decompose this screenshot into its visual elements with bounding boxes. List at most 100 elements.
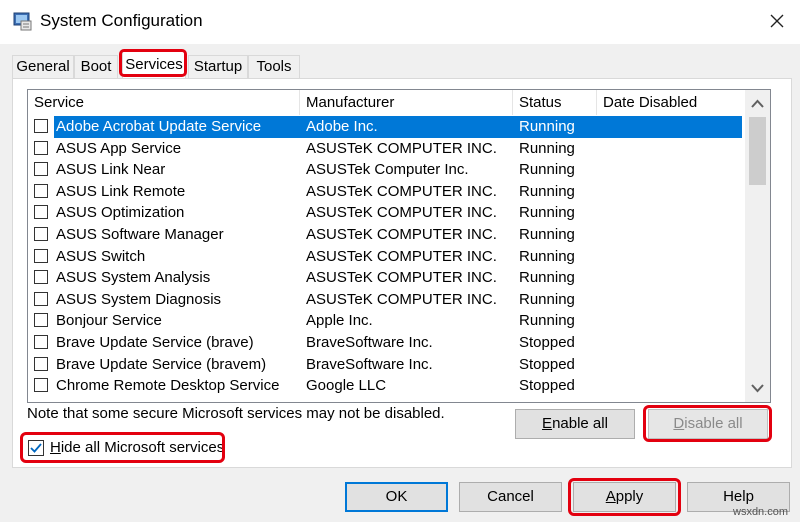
table-row[interactable]: ASUS System Diagnosis ASUSTeK COMPUTER IN… bbox=[28, 289, 744, 311]
service-manufacturer: ASUSTeK COMPUTER INC. bbox=[306, 225, 497, 243]
service-date-disabled bbox=[600, 159, 740, 181]
service-status: Running bbox=[519, 139, 575, 157]
apply-button[interactable]: Apply bbox=[573, 482, 676, 512]
service-name: ASUS Link Near bbox=[56, 161, 166, 179]
service-checkbox[interactable] bbox=[34, 140, 48, 155]
table-row[interactable]: ASUS Switch ASUSTeK COMPUTER INC. Running bbox=[28, 246, 744, 268]
service-checkbox[interactable] bbox=[34, 248, 48, 263]
table-row[interactable]: Bonjour Service Apple Inc. Running bbox=[28, 310, 744, 332]
services-tab-highlight bbox=[119, 49, 187, 77]
hide-microsoft-check-box[interactable] bbox=[28, 440, 44, 456]
service-name: ASUS Optimization bbox=[56, 204, 185, 222]
table-row[interactable]: ASUS App Service ASUSTeK COMPUTER INC. Run… bbox=[28, 138, 744, 160]
close-icon[interactable] bbox=[762, 6, 792, 36]
service-name: ASUS Software Manager bbox=[56, 225, 224, 243]
table-row[interactable]: Brave Update Service (brave) BraveSoftwar… bbox=[28, 332, 744, 354]
checkmark-icon bbox=[30, 443, 42, 453]
table-row[interactable]: ASUS System Analysis ASUSTeK COMPUTER INC… bbox=[28, 267, 744, 289]
service-checkbox[interactable] bbox=[34, 183, 48, 198]
watermark: wsxdn.com bbox=[733, 506, 789, 518]
service-manufacturer: ASUSTek Computer Inc. bbox=[306, 161, 469, 179]
service-manufacturer: Adobe Inc. bbox=[306, 118, 378, 135]
service-checkbox[interactable] bbox=[34, 313, 48, 328]
tab-general[interactable]: General bbox=[12, 55, 74, 78]
service-manufacturer: BraveSoftware Inc. bbox=[306, 355, 433, 373]
scrollbar-thumb[interactable] bbox=[749, 117, 766, 185]
column-manufacturer[interactable]: Manufacturer bbox=[300, 90, 513, 115]
table-row[interactable]: ASUS Software Manager ASUSTeK COMPUTER IN… bbox=[28, 224, 744, 246]
hide-label-rest: ide all Microsoft services bbox=[60, 439, 225, 456]
service-date-disabled bbox=[600, 246, 740, 268]
service-date-disabled bbox=[600, 267, 740, 289]
service-checkbox[interactable] bbox=[34, 270, 48, 285]
service-manufacturer: ASUSTeK COMPUTER INC. bbox=[306, 139, 497, 157]
service-status: Running bbox=[519, 247, 575, 265]
service-manufacturer: ASUSTeK COMPUTER INC. bbox=[306, 247, 497, 265]
service-name: ASUS Switch bbox=[56, 247, 146, 265]
scroll-down-arrow-icon[interactable] bbox=[745, 377, 770, 399]
service-date-disabled bbox=[600, 181, 740, 203]
service-status: Stopped bbox=[519, 333, 575, 351]
vertical-scrollbar[interactable] bbox=[745, 90, 770, 402]
enable-all-button[interactable]: Enable all bbox=[515, 409, 635, 439]
service-manufacturer: ASUSTeK COMPUTER INC. bbox=[306, 290, 497, 308]
column-date-disabled[interactable]: Date Disabled bbox=[597, 90, 744, 115]
service-status: Running bbox=[519, 312, 575, 330]
service-date-disabled bbox=[600, 375, 740, 397]
service-checkbox[interactable] bbox=[34, 378, 48, 393]
service-name: Brave Update Service (brave) bbox=[56, 333, 254, 351]
service-checkbox[interactable] bbox=[34, 291, 48, 306]
service-checkbox[interactable] bbox=[34, 119, 48, 133]
service-checkbox[interactable] bbox=[34, 356, 48, 371]
tab-boot[interactable]: Boot bbox=[74, 55, 118, 78]
service-status: Running bbox=[519, 118, 575, 135]
service-name: Adobe Acrobat Update Service bbox=[56, 118, 262, 135]
service-status: Running bbox=[519, 182, 575, 200]
service-manufacturer: Apple Inc. bbox=[306, 312, 373, 330]
service-name: Bonjour Service bbox=[56, 312, 162, 330]
table-row[interactable]: ASUS Link Remote ASUSTeK COMPUTER INC. Run… bbox=[28, 181, 744, 203]
service-name: ASUS System Diagnosis bbox=[56, 290, 222, 308]
msconfig-icon bbox=[13, 12, 32, 31]
service-status: Running bbox=[519, 290, 575, 308]
service-date-disabled bbox=[600, 332, 740, 354]
service-name: ASUS Link Remote bbox=[56, 182, 186, 200]
table-row[interactable]: Adobe Acrobat Update Service Adobe Inc. Ru… bbox=[28, 116, 744, 138]
service-status: Running bbox=[519, 225, 575, 243]
service-name: ASUS App Service bbox=[56, 139, 182, 157]
apply-label-rest: pply bbox=[615, 488, 644, 505]
service-checkbox[interactable] bbox=[34, 334, 48, 349]
service-manufacturer: BraveSoftware Inc. bbox=[306, 333, 433, 351]
list-header: Service Manufacturer Status Date Disable… bbox=[28, 90, 744, 115]
ok-button[interactable]: OK bbox=[345, 482, 448, 512]
table-row[interactable]: ASUS Link Near ASUSTek Computer Inc. Runni… bbox=[28, 159, 744, 181]
service-status: Stopped bbox=[519, 377, 575, 395]
service-status: Running bbox=[519, 204, 575, 222]
service-checkbox[interactable] bbox=[34, 162, 48, 177]
column-status[interactable]: Status bbox=[513, 90, 597, 115]
service-checkbox[interactable] bbox=[34, 205, 48, 220]
table-row[interactable]: ASUS Optimization ASUSTeK COMPUTER INC. Ru… bbox=[28, 202, 744, 224]
window-title: System Configuration bbox=[40, 11, 203, 30]
service-name: Chrome Remote Desktop Service bbox=[56, 377, 280, 395]
note-text: Note that some secure Microsoft services… bbox=[27, 405, 445, 422]
column-service[interactable]: Service bbox=[28, 90, 300, 115]
scroll-up-arrow-icon[interactable] bbox=[745, 93, 770, 115]
service-manufacturer: ASUSTeK COMPUTER INC. bbox=[306, 204, 497, 222]
table-row[interactable]: Chrome Remote Desktop Service Google LLC S… bbox=[28, 375, 744, 397]
service-checkbox[interactable] bbox=[34, 226, 48, 241]
services-list[interactable]: Service Manufacturer Status Date Disable… bbox=[27, 89, 771, 403]
tab-tools[interactable]: Tools bbox=[248, 55, 300, 78]
service-date-disabled bbox=[600, 310, 740, 332]
tab-startup[interactable]: Startup bbox=[188, 55, 248, 78]
service-date-disabled bbox=[600, 289, 740, 311]
service-status: Stopped bbox=[519, 355, 575, 373]
service-date-disabled bbox=[600, 354, 740, 376]
service-status: Running bbox=[519, 161, 575, 179]
disable-all-button[interactable]: Disable all bbox=[648, 409, 768, 439]
table-row[interactable]: Brave Update Service (bravem) BraveSoftwa… bbox=[28, 354, 744, 376]
cancel-button[interactable]: Cancel bbox=[459, 482, 562, 512]
service-name: ASUS System Analysis bbox=[56, 269, 211, 287]
service-manufacturer: Google LLC bbox=[306, 377, 387, 395]
title-bar: System Configuration bbox=[0, 0, 800, 44]
